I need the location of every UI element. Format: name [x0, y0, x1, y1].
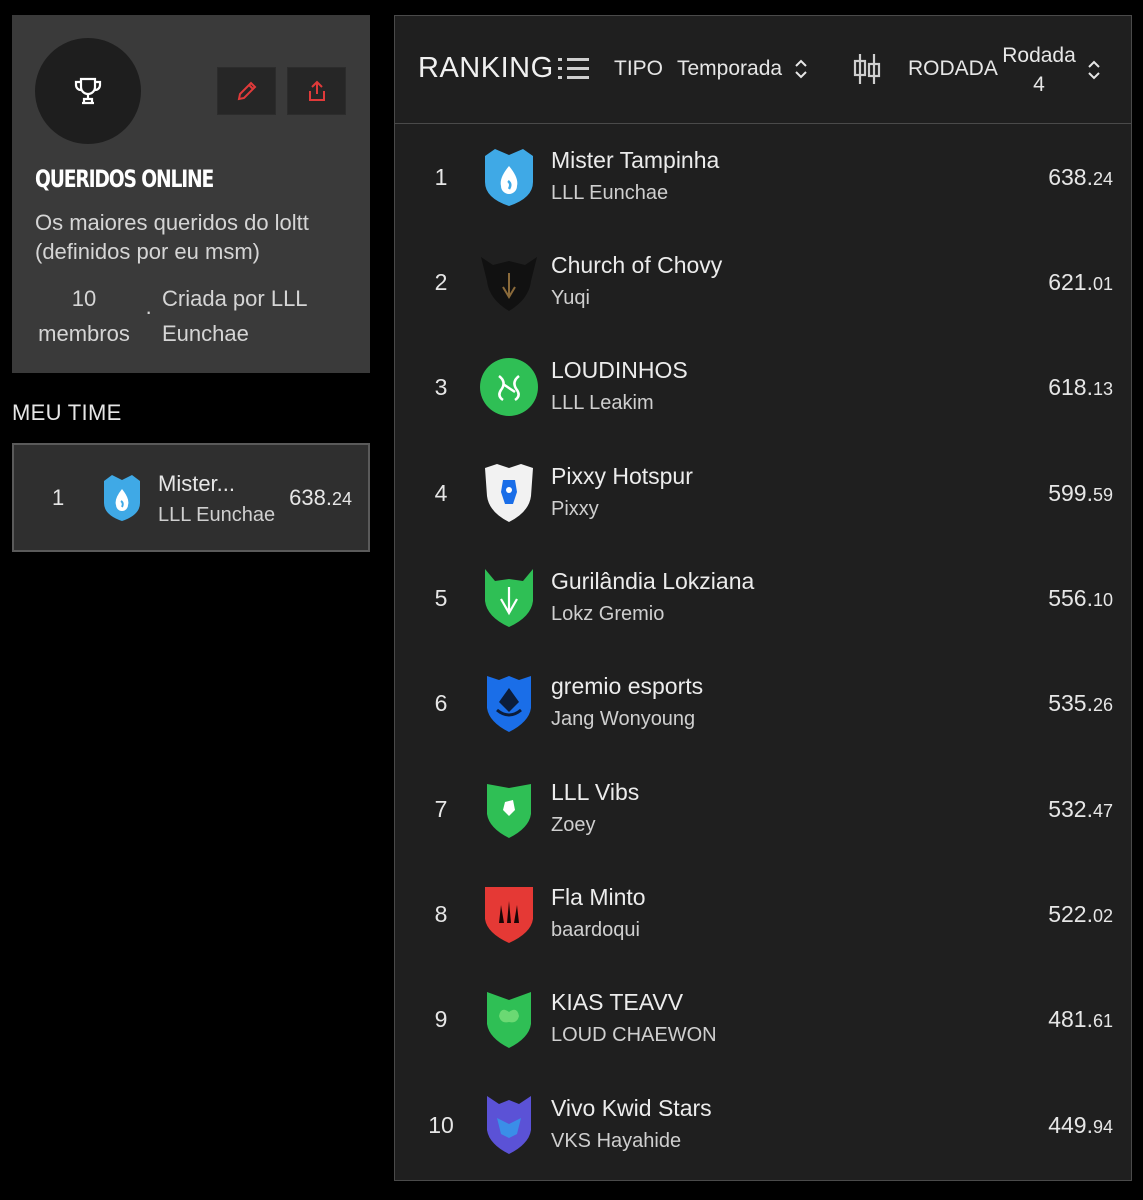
list-icon[interactable] [558, 56, 590, 82]
water-crest-icon [479, 146, 539, 213]
team-name: Gurilândia Lokziana [551, 568, 755, 594]
team-owner: Zoey [551, 814, 596, 836]
team-owner: LLL Leakim [551, 392, 654, 414]
tipo-label: TIPO [614, 57, 664, 80]
ranking-row[interactable]: 5 Gurilândia Lokziana Lokz Gremio 556.10 [395, 545, 1131, 650]
ranking-row[interactable]: 8 Fla Minto baardoqui 522.02 [395, 861, 1131, 966]
team-name: Fla Minto [551, 884, 646, 910]
members-count: 10 membros [36, 281, 132, 351]
red-claw-crest-icon [479, 883, 539, 950]
dark-horned-crest-icon [479, 251, 539, 318]
white-shield-crest-icon [479, 462, 539, 529]
rank-position: 4 [434, 480, 448, 506]
my-team-owner: LLL Eunchae [158, 504, 276, 526]
ranking-row[interactable]: 10 Vivo Kwid Stars VKS Hayahide 449.94 [395, 1072, 1131, 1177]
purple-shield-crest-icon [479, 1094, 539, 1161]
rank-position: 1 [434, 164, 448, 190]
ranking-row[interactable]: 9 KIAS TEAVV LOUD CHAEWON 481.61 [395, 966, 1131, 1071]
ranking-row[interactable]: 4 Pixxy Hotspur Pixxy 599.59 [395, 440, 1131, 545]
team-owner: LOUD CHAEWON [551, 1024, 717, 1046]
ranking-row[interactable]: 1 Mister Tampinha LLL Eunchae 638.24 [395, 124, 1131, 229]
rank-position: 5 [434, 585, 448, 611]
team-owner: VKS Hayahide [551, 1130, 682, 1152]
team-owner: Pixxy [551, 498, 599, 520]
league-creator: Criada por LLL Eunchae [162, 286, 307, 346]
ranking-row[interactable]: 2 Church of Chovy Yuqi 621.01 [395, 229, 1131, 334]
team-name: gremio esports [551, 673, 704, 699]
rodada-selected-value: Rodada 4 [1002, 44, 1076, 96]
rank-position: 10 [428, 1112, 454, 1138]
separator-dot: · [145, 299, 153, 324]
rodada-label: RODADA [908, 57, 998, 80]
team-score: 621.01 [1048, 269, 1113, 295]
rank-position: 2 [434, 269, 448, 295]
team-score: 481.61 [1048, 1006, 1113, 1032]
team-score: 449.94 [1048, 1112, 1113, 1138]
ranking-header: RANKING TIPO Temporada RODADA Rodada 4 [395, 16, 1131, 124]
team-owner: LLL Eunchae [551, 182, 669, 204]
team-score: 638.24 [1048, 164, 1113, 190]
green-butterfly-crest-icon [479, 988, 539, 1055]
edit-league-button[interactable] [217, 67, 276, 115]
water-crest-icon [100, 473, 144, 528]
my-team-position: 1 [52, 485, 65, 510]
green-horned-crest-icon [479, 567, 539, 634]
team-name: LOUDINHOS [551, 357, 688, 383]
trophy-icon [74, 77, 102, 105]
blue-shield-crest-icon [479, 672, 539, 739]
ranking-row[interactable]: 3 LOUDINHOS LLL Leakim 618.13 [395, 334, 1131, 439]
rank-position: 3 [434, 374, 448, 400]
team-name: Pixxy Hotspur [551, 463, 693, 489]
pencil-icon [237, 81, 256, 101]
team-name: Mister Tampinha [551, 147, 720, 173]
team-score: 618.13 [1048, 374, 1113, 400]
my-team-card[interactable]: 1 Mister... LLL Eunchae 638.24 [12, 443, 370, 552]
team-owner: Jang Wonyoung [551, 708, 696, 730]
team-score: 522.02 [1048, 901, 1113, 927]
league-card: QUERIDOS ONLINE Os maiores queridos do l… [12, 15, 370, 373]
league-name: QUERIDOS ONLINE [35, 165, 214, 193]
members-label: membros [38, 321, 130, 346]
green-circle-crest-icon [479, 356, 539, 423]
tipo-select[interactable]: Temporada [677, 57, 808, 81]
updown-chevron-icon [795, 59, 807, 79]
members-number: 10 [71, 286, 97, 311]
rank-position: 9 [434, 1006, 448, 1032]
team-owner: baardoqui [551, 919, 640, 941]
share-icon [308, 80, 325, 101]
team-owner: Yuqi [551, 287, 590, 309]
my-team-score: 638.24 [289, 485, 352, 510]
ranking-panel: RANKING TIPO Temporada RODADA Rodada 4 1… [394, 15, 1132, 1181]
ranking-row[interactable]: 6 gremio esports Jang Wonyoung 535.26 [395, 650, 1131, 755]
league-avatar [35, 38, 141, 144]
team-owner: Lokz Gremio [551, 603, 665, 625]
updown-chevron-icon [1088, 60, 1100, 80]
team-score: 556.10 [1048, 585, 1113, 611]
share-league-button[interactable] [287, 67, 346, 115]
candlestick-icon[interactable] [852, 52, 882, 86]
team-score: 532.47 [1048, 796, 1113, 822]
tipo-selected-value: Temporada [677, 57, 783, 80]
team-score: 599.59 [1048, 480, 1113, 506]
rodada-select[interactable]: Rodada 4 [1001, 41, 1101, 99]
rank-position: 7 [434, 796, 448, 822]
league-description: Os maiores queridos do loltt (definidos … [35, 210, 309, 264]
team-name: LLL Vibs [551, 779, 640, 805]
team-name: Church of Chovy [551, 252, 723, 278]
my-team-name: Mister... [158, 471, 236, 496]
green-shield-crest-icon [479, 778, 539, 845]
team-name: KIAS TEAVV [551, 989, 684, 1015]
ranking-title: RANKING [418, 52, 554, 84]
team-score: 535.26 [1048, 690, 1113, 716]
team-name: Vivo Kwid Stars [551, 1095, 712, 1121]
rank-position: 6 [434, 690, 448, 716]
my-team-heading: MEU TIME [12, 400, 122, 425]
rank-position: 8 [434, 901, 448, 927]
ranking-row[interactable]: 7 LLL Vibs Zoey 532.47 [395, 756, 1131, 861]
